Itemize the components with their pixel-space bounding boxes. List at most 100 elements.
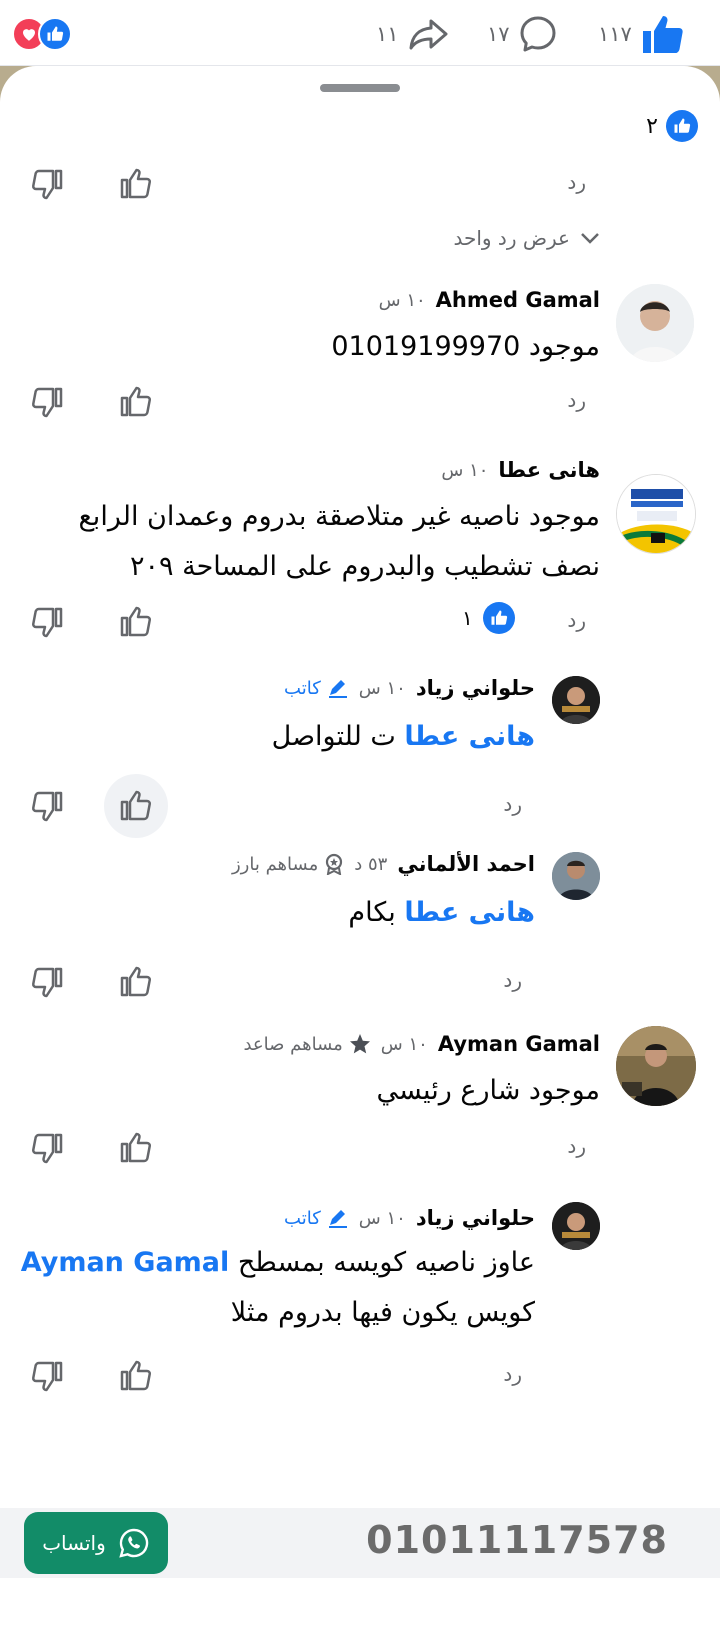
like-icon[interactable] <box>117 384 153 420</box>
dislike-icon[interactable] <box>30 1358 66 1394</box>
like-filled-icon <box>642 16 683 53</box>
dislike-icon[interactable] <box>30 1130 66 1166</box>
like-icon[interactable] <box>117 964 153 1000</box>
comment-text: موجود 01019199970 <box>331 331 600 362</box>
comments-sheet[interactable]: ٢ رد عرض رد واحد Ahmed Gamal ١٠ س موجود … <box>0 66 720 1446</box>
reply-button[interactable]: رد <box>567 170 586 194</box>
reactions-summary[interactable] <box>12 17 78 51</box>
whatsapp-icon <box>119 1528 148 1558</box>
comment-text: هانى عطا ت للتواصل <box>272 712 535 762</box>
comment-actions: رد <box>0 774 720 838</box>
chevron-down-icon <box>581 233 599 244</box>
pen-icon <box>328 680 347 698</box>
like-reaction-icon <box>666 110 698 142</box>
mention-link[interactable]: هانى عطا <box>404 897 535 928</box>
comment-meta: حلواني زياد ١٠ س كاتب <box>284 1206 535 1230</box>
comment-text: هانى عطا بكام <box>348 888 535 938</box>
comment-icon <box>520 16 556 52</box>
dislike-icon[interactable] <box>30 788 66 824</box>
author-badge-label: كاتب <box>284 1207 321 1229</box>
whatsapp-label: واتساب <box>42 1531 106 1555</box>
like-icon[interactable] <box>117 1358 153 1394</box>
contributor-badge: مساهم صاعد <box>243 1033 370 1055</box>
contributor-badge-label: مساهم بارز <box>231 853 319 875</box>
comment-time: ١٠ س <box>441 459 489 481</box>
likes-count: ١١٧ <box>598 22 632 46</box>
contributor-badge: مساهم بارز <box>232 853 344 875</box>
comment-text-line: كويس يكون فيها بدروم مثلا <box>230 1297 535 1328</box>
comment-time: ١٠ س <box>358 677 406 699</box>
comment-actions: رد <box>0 1128 720 1168</box>
reply-button[interactable]: رد <box>567 388 586 412</box>
mention-link[interactable]: هانى عطا <box>404 721 535 752</box>
like-icon[interactable] <box>117 788 153 824</box>
author-name[interactable]: Ayman Gamal <box>438 1032 600 1056</box>
reply-button[interactable]: رد <box>503 1362 522 1386</box>
reaction-count[interactable]: ٢ <box>646 110 698 142</box>
phone-number[interactable]: 01011117578 <box>366 1518 668 1562</box>
contact-banner: واتساب 01011117578 <box>0 1446 720 1640</box>
comment-meta: Ayman Gamal ١٠ س مساهم صاعد <box>243 1032 600 1056</box>
author-badge: كاتب <box>284 678 349 699</box>
like-icon[interactable] <box>117 166 153 202</box>
whatsapp-button[interactable]: واتساب <box>24 1512 168 1574</box>
author-name[interactable]: Ahmed Gamal <box>436 288 600 312</box>
comment-reaction-count[interactable]: ١ <box>462 602 515 634</box>
top-contributor-icon <box>326 853 343 875</box>
reply-button[interactable]: رد <box>567 1134 586 1158</box>
author-name[interactable]: حلواني زياد <box>416 1206 535 1230</box>
comment-text-line: عاوز ناصيه كويسه بمسطح Ayman Gamal <box>21 1238 535 1288</box>
comment-actions: ١ رد <box>0 602 720 642</box>
avatar[interactable] <box>616 1026 696 1106</box>
reply-button[interactable]: رد <box>503 792 522 816</box>
shares-count: ١١ <box>376 22 399 46</box>
share-stat[interactable]: ١١ <box>376 14 449 54</box>
dislike-icon[interactable] <box>30 964 66 1000</box>
comments-count: ١٧ <box>487 22 510 46</box>
avatar[interactable] <box>552 852 600 900</box>
comment-text-body: ت للتواصل <box>271 721 396 752</box>
star-icon <box>349 1034 370 1054</box>
like-stat[interactable]: ١١٧ <box>598 14 684 54</box>
reply-button[interactable]: رد <box>503 968 522 992</box>
like-reaction-icon <box>482 602 515 634</box>
comment-time: ١٠ س <box>380 1033 428 1055</box>
avatar[interactable] <box>616 284 694 362</box>
like-icon[interactable] <box>117 604 153 640</box>
dislike-icon[interactable] <box>30 166 66 202</box>
show-replies-button[interactable]: عرض رد واحد <box>453 226 600 250</box>
author-name[interactable]: هانى عطا <box>498 458 600 482</box>
comment-text: موجود شارع رئيسي <box>376 1075 600 1106</box>
share-icon <box>409 19 448 50</box>
avatar[interactable] <box>552 1202 600 1250</box>
comment-actions: رد <box>0 164 720 204</box>
avatar[interactable] <box>616 474 696 554</box>
comment-meta: حلواني زياد ١٠ س كاتب <box>284 676 535 700</box>
reaction-count-value: ٢ <box>646 113 658 139</box>
comment-stat[interactable]: ١٧ <box>487 14 558 54</box>
comment-actions: رد <box>0 962 720 1002</box>
dislike-icon[interactable] <box>30 384 66 420</box>
show-replies-label: عرض رد واحد <box>453 226 570 250</box>
comment-text-body: بكام <box>348 897 396 928</box>
contributor-badge-label: مساهم صاعد <box>243 1033 343 1055</box>
comment-time: ٥٣ د <box>354 853 388 875</box>
comment-time: ١٠ س <box>378 289 426 311</box>
comment-actions: رد <box>0 1356 720 1396</box>
mention-link[interactable]: Ayman Gamal <box>21 1247 230 1278</box>
author-name[interactable]: حلواني زياد <box>416 676 535 700</box>
comment-like-count: ١ <box>462 606 473 630</box>
comment-text-body: عاوز ناصيه كويسه بمسطح <box>237 1247 535 1278</box>
reply-button[interactable]: رد <box>567 608 586 632</box>
author-name[interactable]: احمد الألماني <box>397 852 535 876</box>
dislike-icon[interactable] <box>30 604 66 640</box>
like-icon[interactable] <box>117 1130 153 1166</box>
author-badge: كاتب <box>284 1208 349 1229</box>
sheet-drag-handle[interactable] <box>320 84 400 92</box>
comment-meta: احمد الألماني ٥٣ د مساهم بارز <box>232 852 535 876</box>
comment-meta: Ahmed Gamal ١٠ س <box>379 288 600 312</box>
avatar[interactable] <box>552 676 600 724</box>
comment-time: ١٠ س <box>358 1207 406 1229</box>
comment-text-line: موجود ناصيه غير متلاصقة بدروم وعمدان الر… <box>78 501 600 532</box>
comment-meta: هانى عطا ١٠ س <box>441 458 600 482</box>
